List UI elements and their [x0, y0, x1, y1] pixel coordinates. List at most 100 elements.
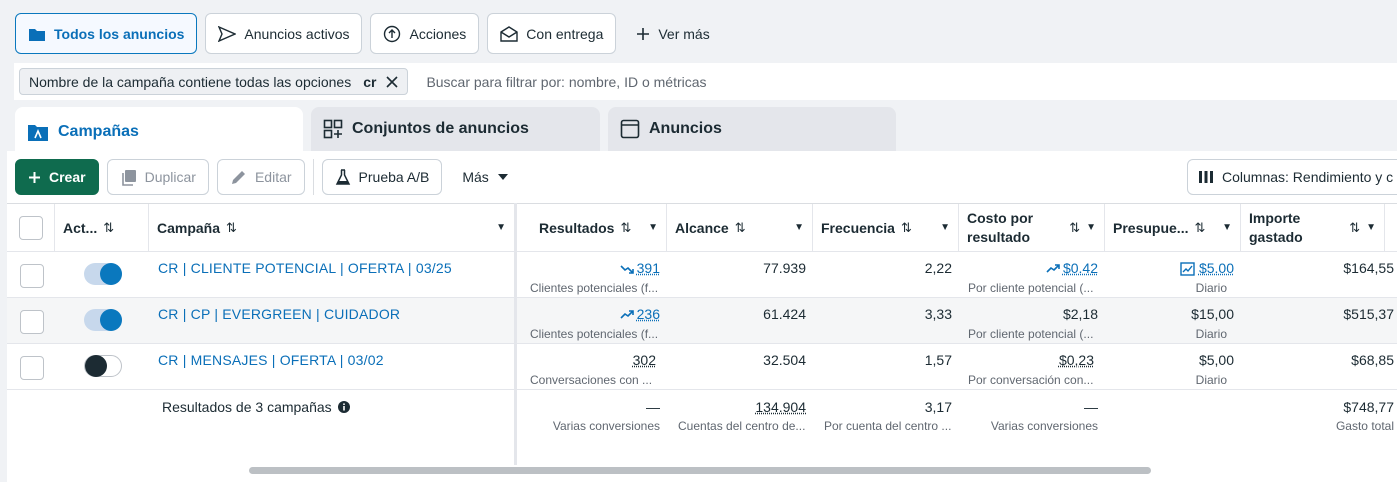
results-number[interactable]: 391: [637, 260, 660, 276]
header-label: Presupue...: [1113, 220, 1188, 236]
table-row[interactable]: CR | MENSAJES | OFERTA | 03/02 302 Conve…: [7, 344, 1397, 390]
totals-results-type: Varias conversiones: [553, 419, 660, 433]
grid-icon: [323, 119, 343, 139]
frozen-column-divider[interactable]: [514, 203, 517, 465]
row-checkbox[interactable]: [20, 356, 44, 380]
header-budget[interactable]: Presupue... ⇅ ▼: [1105, 204, 1241, 251]
pencil-icon: [230, 169, 247, 186]
ab-test-label: Prueba A/B: [359, 169, 430, 185]
filter-search-input[interactable]: Buscar para filtrar por: nombre, ID o mé…: [426, 74, 706, 90]
sort-icon[interactable]: ⇅: [1069, 218, 1080, 237]
sort-icon[interactable]: ⇅: [226, 220, 237, 236]
chip-active-ads[interactable]: Anuncios activos: [205, 13, 362, 54]
toolbar: Crear Duplicar Editar Prueba A/B Más Col…: [15, 159, 1397, 195]
header-frequency[interactable]: Frecuencia ⇅ ▼: [813, 204, 959, 251]
header-cost-per-result[interactable]: Costo por resultado ⇅ ▼: [959, 204, 1105, 251]
reach-value: 77.939: [763, 260, 806, 276]
table-row[interactable]: CR | CLIENTE POTENCIAL | OFERTA | 03/25 …: [7, 252, 1397, 298]
campaign-name-link[interactable]: CR | CP | EVERGREEN | CUIDADOR: [158, 306, 400, 322]
chart-icon: [1180, 262, 1195, 276]
caret-down-icon[interactable]: ▼: [794, 222, 804, 233]
edit-label: Editar: [255, 169, 292, 185]
totals-label-text: Resultados de 3 campañas: [162, 399, 332, 415]
row-checkbox[interactable]: [20, 310, 44, 334]
create-button[interactable]: Crear: [15, 159, 99, 195]
header-label: Act...: [63, 220, 97, 236]
more-dropdown[interactable]: Más: [450, 159, 520, 195]
results-number[interactable]: 236: [637, 306, 660, 322]
tab-label: Anuncios: [649, 120, 722, 138]
active-toggle[interactable]: [84, 263, 122, 285]
budget-type: Diario: [1196, 281, 1227, 295]
campaign-name-link[interactable]: CR | MENSAJES | OFERTA | 03/02: [158, 352, 384, 368]
send-icon: [218, 26, 236, 42]
budget-value[interactable]: $5.00: [1180, 260, 1234, 276]
header-label-line: gastado: [1249, 229, 1303, 245]
cost-per-result-value[interactable]: $0.42: [1046, 260, 1098, 276]
totals-cost-type: Varias conversiones: [991, 419, 1098, 433]
header-amount-spent[interactable]: Importe gastado ⇅ ▼: [1241, 204, 1385, 251]
results-value[interactable]: 236: [620, 306, 660, 322]
cost-type: Por conversación con...: [968, 373, 1098, 387]
header-results[interactable]: Resultados ⇅ ▼: [521, 204, 667, 251]
duplicate-button[interactable]: Duplicar: [107, 159, 209, 195]
sort-icon[interactable]: ⇅: [103, 220, 114, 236]
active-toggle[interactable]: [84, 355, 122, 377]
select-all-checkbox[interactable]: [19, 216, 43, 240]
chip-see-more[interactable]: Ver más: [624, 13, 721, 54]
sort-icon[interactable]: ⇅: [620, 220, 631, 236]
cost-number[interactable]: $0.42: [1063, 260, 1098, 276]
trend-up-icon: [1046, 264, 1060, 274]
sort-icon[interactable]: ⇅: [901, 220, 912, 236]
caret-down-icon[interactable]: ▼: [1222, 222, 1232, 233]
header-active[interactable]: Act... ⇅: [55, 204, 149, 251]
sort-icon[interactable]: ⇅: [735, 220, 746, 236]
caret-down-icon[interactable]: ▼: [940, 222, 950, 233]
tab-ad-sets[interactable]: Conjuntos de anuncios: [311, 107, 600, 151]
active-toggle[interactable]: [84, 309, 122, 331]
flask-icon: [335, 169, 351, 186]
frequency-value: 3,33: [925, 306, 952, 322]
reach-value: 61.424: [763, 306, 806, 322]
chip-label: Con entrega: [526, 26, 603, 42]
sort-icon[interactable]: ⇅: [1194, 220, 1205, 236]
caret-down-icon[interactable]: ▼: [648, 222, 658, 233]
cost-per-result-value: $2,18: [1063, 306, 1098, 322]
caret-down-icon[interactable]: ▼: [496, 222, 506, 233]
budget-number[interactable]: $5.00: [1199, 260, 1234, 276]
totals-cost: —: [1084, 399, 1098, 415]
totals-reach[interactable]: 134.904: [755, 399, 806, 415]
frequency-value: 2,22: [925, 260, 952, 276]
results-value[interactable]: 302: [633, 352, 656, 368]
chip-label: Ver más: [658, 26, 709, 42]
close-icon[interactable]: [384, 74, 400, 90]
ab-test-button[interactable]: Prueba A/B: [322, 159, 443, 195]
caret-down-icon[interactable]: ▼: [1086, 218, 1096, 237]
chip-delivering[interactable]: Con entrega: [487, 13, 616, 54]
tab-label: Campañas: [58, 123, 139, 141]
horizontal-scrollbar[interactable]: [249, 467, 1151, 474]
header-label-line: resultado: [967, 229, 1030, 245]
chip-actions[interactable]: Acciones: [370, 13, 479, 54]
tab-campaigns[interactable]: Campañas: [15, 107, 303, 157]
cost-per-result-value[interactable]: $0,23: [1059, 352, 1094, 368]
header-label: Frecuencia: [821, 220, 895, 236]
info-icon[interactable]: [338, 401, 350, 413]
header-reach[interactable]: Alcance ⇅ ▼: [667, 204, 813, 251]
chip-label: Todos los anuncios: [54, 26, 184, 42]
table-row[interactable]: CR | CP | EVERGREEN | CUIDADOR 236 Clien…: [7, 298, 1397, 344]
columns-label: Columnas: Rendimiento y c: [1222, 169, 1393, 185]
tab-ads[interactable]: Anuncios: [608, 107, 896, 151]
header-campaign[interactable]: Campaña ⇅ ▼: [149, 204, 515, 251]
results-value[interactable]: 391: [620, 260, 660, 276]
filter-tag[interactable]: Nombre de la campaña contiene todas las …: [19, 68, 408, 95]
edit-button[interactable]: Editar: [217, 159, 305, 195]
row-checkbox[interactable]: [20, 264, 44, 288]
sort-icon[interactable]: ⇅: [1349, 218, 1360, 237]
chip-all-ads[interactable]: Todos los anuncios: [15, 13, 197, 54]
results-type: Clientes potenciales (f...: [530, 281, 660, 295]
toggle-knob: [100, 263, 122, 285]
campaign-name-link[interactable]: CR | CLIENTE POTENCIAL | OFERTA | 03/25: [158, 260, 452, 276]
caret-down-icon[interactable]: ▼: [1366, 218, 1376, 237]
columns-dropdown[interactable]: Columnas: Rendimiento y c: [1187, 159, 1397, 195]
